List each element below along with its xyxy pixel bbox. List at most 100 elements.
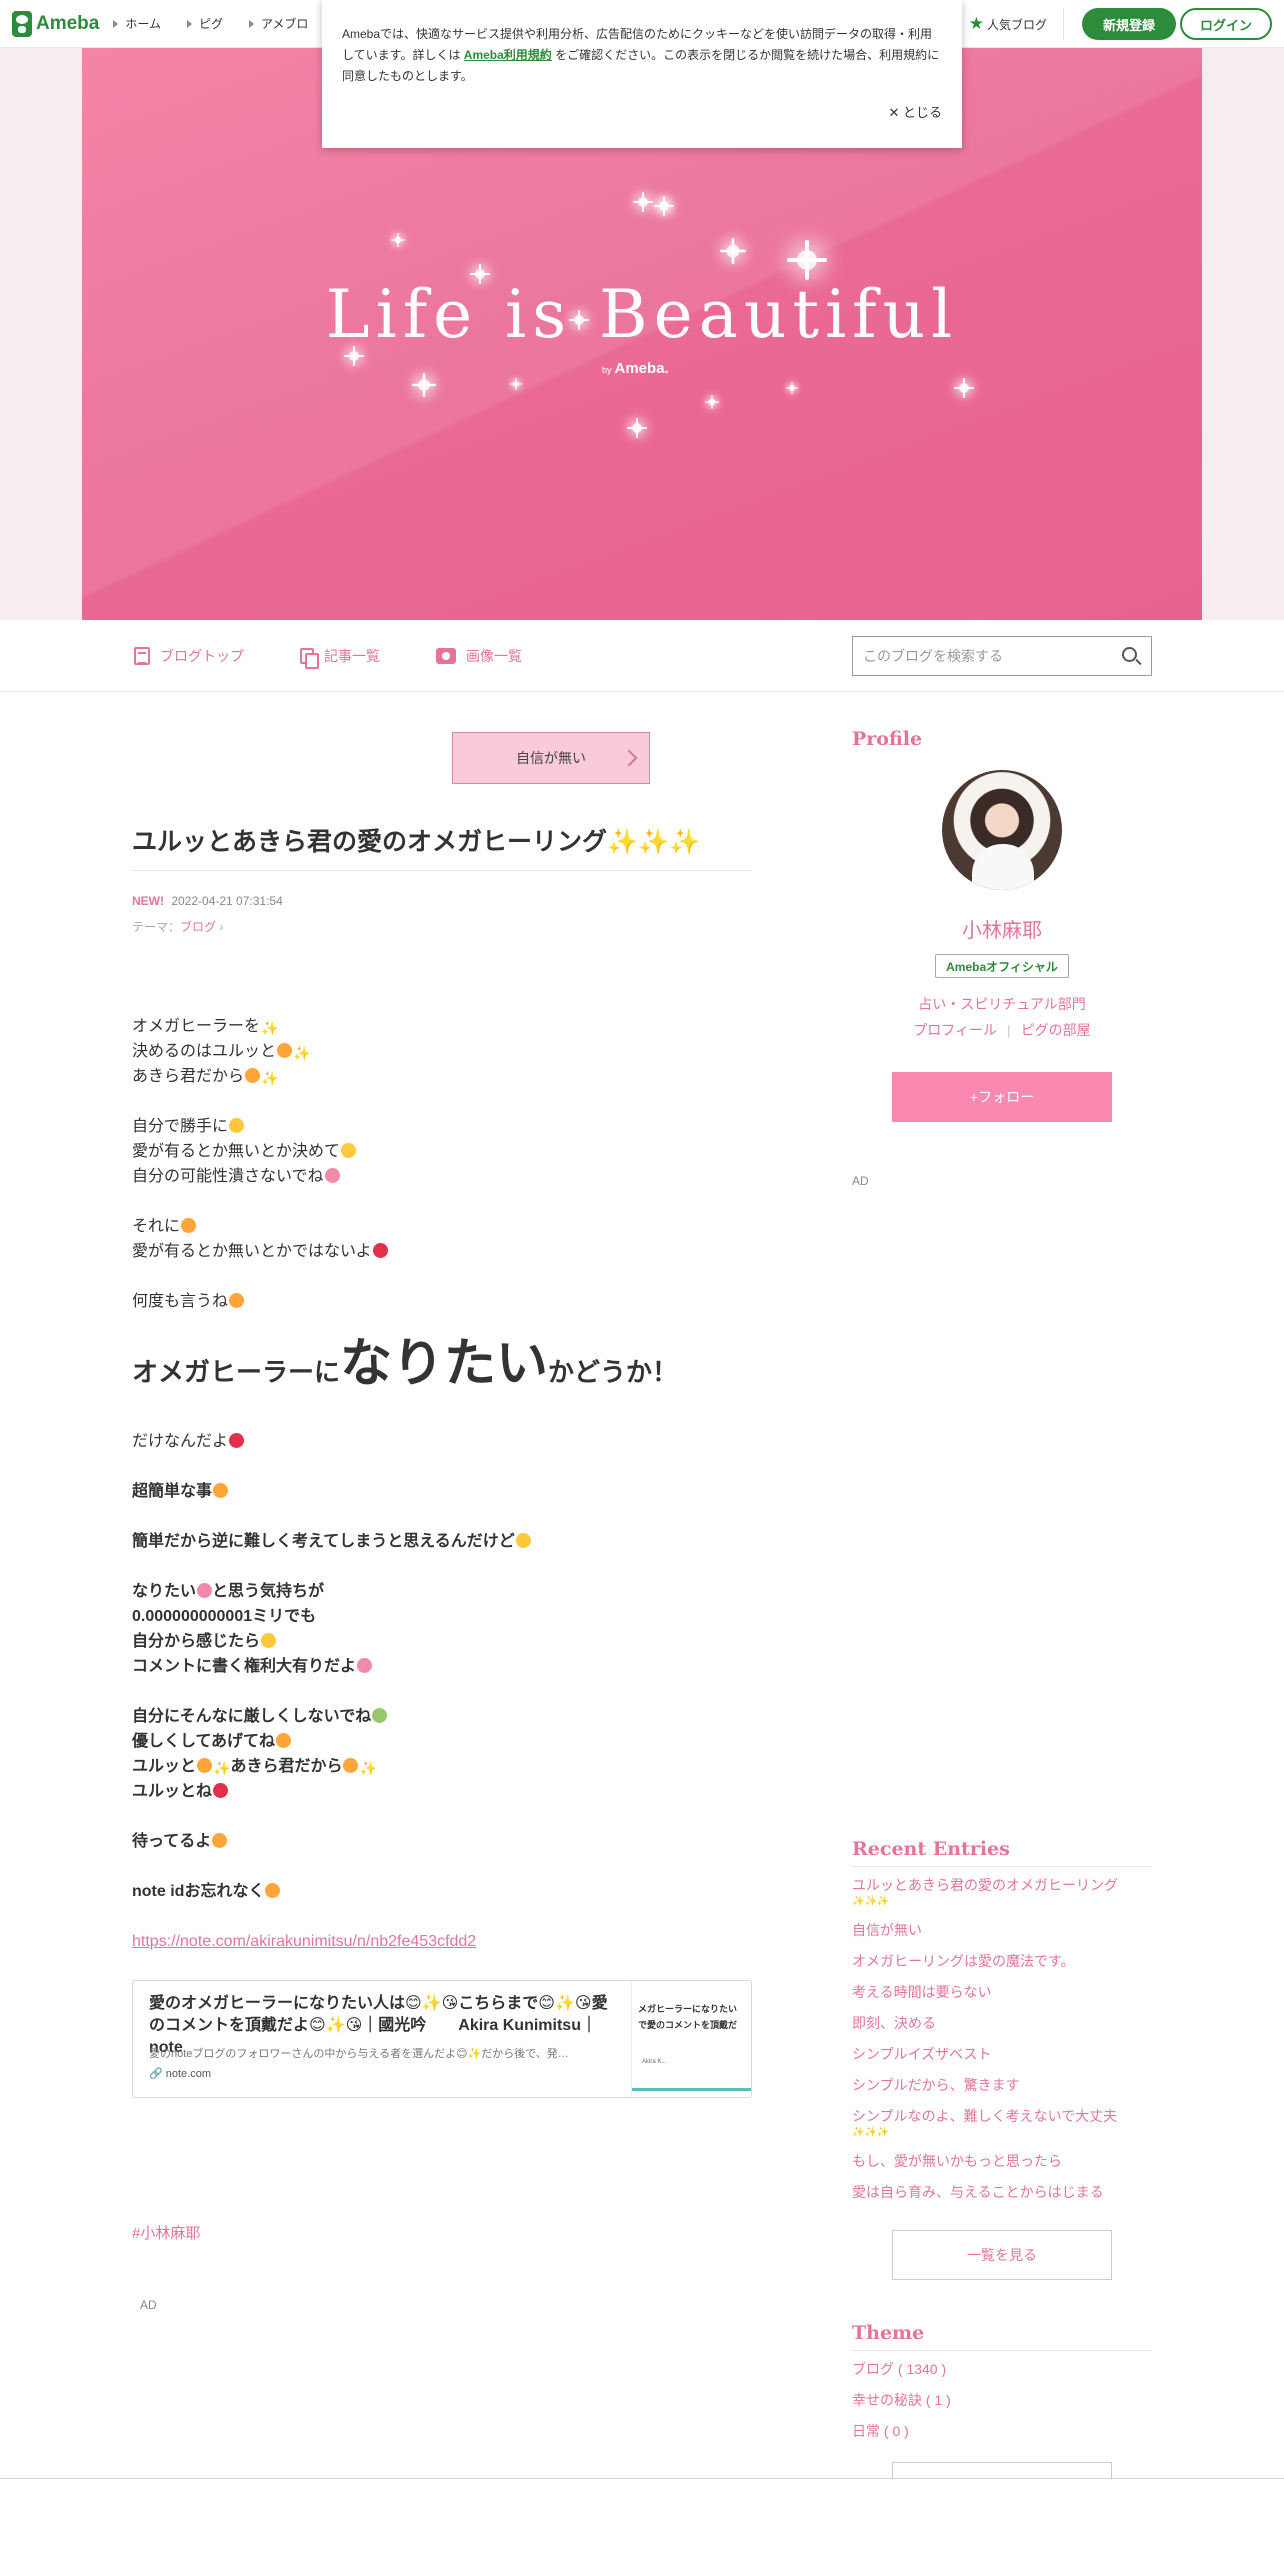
follow-button[interactable]: +フォロー [892,1072,1112,1122]
pigg-room-link[interactable]: ピグの部屋 [1021,1022,1091,1038]
text-line: ユルッとね [132,1779,752,1804]
text-line: 0.000000000001ミリでも [132,1604,752,1629]
ameba-logo-icon [12,10,32,37]
bold-text: 自分にそんなに厳しくしないでね [132,1708,372,1725]
logo-text: Ameba [36,12,100,34]
theme-item[interactable]: ブログ ( 1340 ) [852,2360,1152,2378]
recent-entries-list: ユルッとあきら君の愛のオメガヒーリング ✨✨✨ 自信が無い オメガヒーリングは愛の… [852,1876,1152,2214]
hashtag-link[interactable]: #小林麻耶 [132,2222,200,2243]
card-domain-text: note.com [165,2068,212,2080]
person-emoji [265,1883,281,1898]
entry-datetime: 2022-04-21 07:31:54 [171,894,283,908]
theme-heading: Theme [852,2322,1152,2351]
avatar[interactable] [942,770,1062,890]
images-list-label: 画像一覧 [466,648,522,664]
text-line: https://note.com/akirakunimitsu/n/nb2fe4… [132,1929,752,1954]
text-span: 自分で勝手に [132,1118,229,1135]
cookie-banner: Amebaでは、快適なサービス提供や利用分析、広告配信のためにクッキーなどを使い… [322,0,962,148]
recent-entry-title: 即刻、決める [852,2015,936,2031]
recent-entry[interactable]: 自信が無い [852,1921,1152,1939]
by-ameba: by Ameba. [602,360,669,377]
blog-title: Life is Beautiful [325,276,959,353]
text-line: 優しくしてあげてね [132,1729,752,1754]
card-thumbnail: メガヒーラーになりたい で愛のコメントを頂戴だ Akira K... [631,1981,751,2097]
profile-name[interactable]: 小林麻耶 [852,914,1152,943]
recent-entry[interactable]: シンプルだから、驚きます [852,2076,1152,2094]
recent-entry[interactable]: 愛は自ら育み、与えることからはじまる [852,2183,1152,2201]
note-url-link[interactable]: https://note.com/akirakunimitsu/n/nb2fe4… [132,1933,476,1950]
blog-top-link[interactable]: ブログトップ [134,646,244,666]
nav-pigg[interactable]: ピグ [187,15,223,32]
cookie-close-button[interactable]: ✕ とじる [888,102,942,121]
bold-text: あきら君だから [230,1758,343,1775]
recent-entry[interactable]: ユルッとあきら君の愛のオメガヒーリング ✨✨✨ [852,1876,1152,1908]
recent-entry[interactable]: 考える時間は要らない [852,1983,1152,2001]
official-badge[interactable]: Amebaオフィシャル [935,954,1069,978]
register-button[interactable]: 新規登録 [1082,8,1176,40]
search-input[interactable] [853,637,1103,675]
divider: | [1007,1022,1011,1038]
hug-emoji [213,1483,229,1498]
nav-home[interactable]: ホーム [113,15,161,32]
search-icon[interactable] [1122,647,1137,662]
blossom-emoji [324,1168,340,1183]
thumb-text: メガヒーラーになりたい で愛のコメントを頂戴だ [638,2004,738,2030]
hug-emoji [276,1733,292,1748]
sparkle-icon [720,238,746,264]
text-span: それに [132,1218,181,1235]
recent-entry-title: もし、愛が無いかもっと思ったら [852,2153,1062,2169]
nav-ameblo[interactable]: アメブロ [249,15,308,32]
ameba-logo[interactable]: Ameba [12,10,100,37]
recent-entry[interactable]: シンプルイズザベスト [852,2045,1152,2063]
text-line: あきら君だから ✨ [132,1064,752,1089]
theme-item[interactable]: 日常 ( 0 ) [852,2422,1152,2440]
terms-link[interactable]: Ameba利用規約 [464,48,552,62]
profile-category[interactable]: 占い・スピリチュアル部門 [852,994,1152,1014]
emphasis-heading: オメガヒーラーになりたいかどうか！ [132,1332,752,1404]
text-line: 自分の可能性潰さないでね [132,1164,752,1189]
cookie-text: Amebaでは、快適なサービス提供や利用分析、広告配信のためにクッキーなどを使い… [342,24,942,87]
sparkle-icon [705,395,719,409]
text-line: 待ってるよ [132,1829,752,1854]
login-button[interactable]: ログイン [1180,8,1272,40]
text-line: 何度も言うね [132,1289,752,1314]
theme-link[interactable]: ブログ [180,920,216,934]
text-line: 決めるのはユルッと ✨ [132,1039,752,1064]
text-line: それに [132,1214,752,1239]
text-span: だけなんだよ [132,1433,229,1450]
link-icon: 🔗 [149,2068,166,2080]
profile-link[interactable]: プロフィール [913,1022,997,1038]
sparkle-icon [510,378,522,390]
images-list-link[interactable]: 画像一覧 [436,646,522,666]
mark-emoji [229,1433,245,1448]
recent-entry-sub: ✨✨✨ [852,1896,890,1907]
by-ameba-text: Ameba. [614,360,669,377]
view-all-entries-button[interactable]: 一覧を見る [892,2230,1112,2280]
popular-blogs-label: 人気ブログ [986,17,1047,32]
card-description: 愛のnoteブログのフォロワーさんの中から与える者を選んだよ😊✨だから後で、発… [149,2048,569,2060]
blog-top-label: ブログトップ [160,648,244,664]
bold-text: 自分から感じたら [132,1633,261,1650]
bold-text: note idお忘れなく [132,1883,265,1900]
recent-entry[interactable]: 即刻、決める [852,2014,1152,2032]
prev-entry-button[interactable]: 自信が無い [452,732,650,784]
kiss-emoji [245,1068,261,1083]
sparkle-icon [786,382,798,394]
recent-entry[interactable]: もし、愛が無いかもっと思ったら [852,2152,1152,2170]
blog-search [852,636,1152,676]
link-card[interactable]: 愛のオメガヒーラーになりたい人は😊✨😘こちらまで😊✨😘愛のコメントを頂戴だよ😊✨… [132,1980,752,2098]
recent-entry-title: シンプルイズザベスト [852,2046,992,2062]
global-nav: ホーム ピグ アメブロ [113,15,334,32]
entry-body: オメガヒーラーを✨ 決めるのはユルッと ✨ あきら君だから ✨ 自分で勝手に 愛が有… [132,1014,752,1954]
theme-item[interactable]: 幸せの秘訣 ( 1 ) [852,2391,1152,2409]
popular-blogs-link[interactable]: ★ 人気ブログ [969,8,1064,40]
sparkle-icon [627,418,647,438]
recent-entry[interactable]: シンプルなのよ、難しく考えないで大丈夫 ✨✨✨ [852,2107,1152,2139]
recent-entry[interactable]: オメガヒーリングは愛の魔法です。 [852,1952,1152,1970]
sparkle-emoji: ✨ [261,1070,279,1086]
entries-list-link[interactable]: 記事一覧 [300,646,380,669]
